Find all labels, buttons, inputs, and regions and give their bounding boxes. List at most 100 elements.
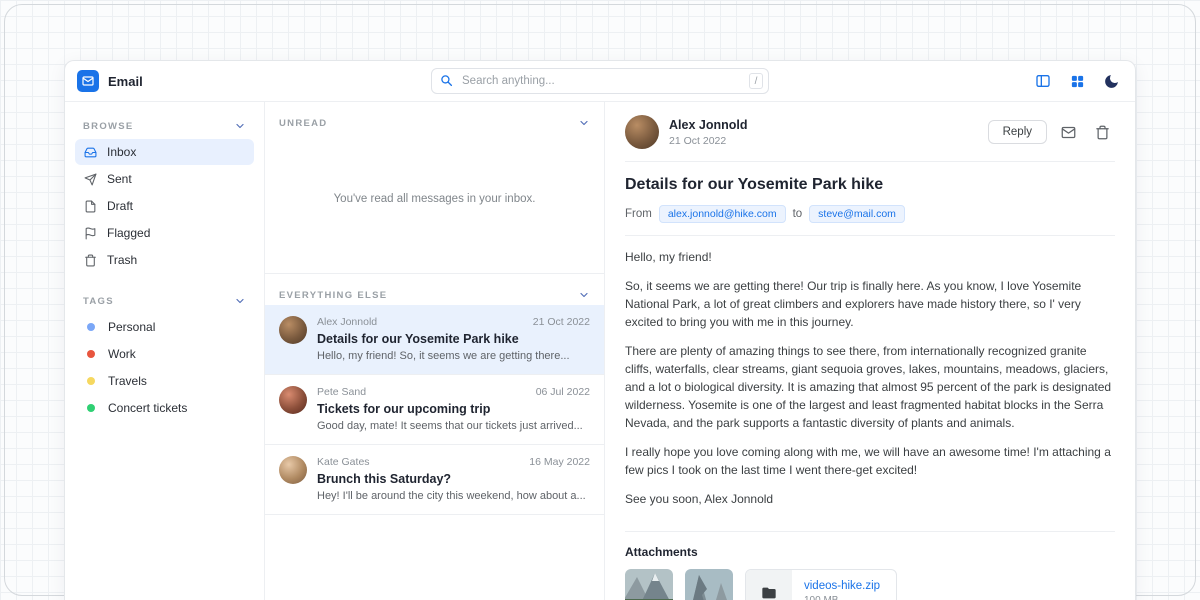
tag-item-work[interactable]: Work bbox=[75, 341, 254, 367]
email-app-window: Email / BROWS bbox=[64, 60, 1136, 600]
tag-item-personal[interactable]: Personal bbox=[75, 314, 254, 340]
email-signoff: See you soon, Alex Jonnold bbox=[625, 490, 1115, 508]
tag-dot-icon bbox=[87, 350, 95, 358]
sidebar-item-label: Draft bbox=[107, 199, 133, 213]
divider bbox=[625, 235, 1115, 236]
email-list-item-body: Pete Sand 06 Jul 2022 Tickets for our up… bbox=[317, 386, 590, 432]
email-body: Hello, my friend! So, it seems we are ge… bbox=[625, 248, 1115, 519]
email-subject: Tickets for our upcoming trip bbox=[317, 402, 590, 416]
sidebar-item-label: Sent bbox=[107, 172, 132, 186]
from-to-row: From alex.jonnold@hike.com to steve@mail… bbox=[625, 205, 1115, 223]
chevron-down-icon[interactable] bbox=[578, 289, 590, 301]
chevron-down-icon[interactable] bbox=[234, 295, 246, 307]
email-date: 16 May 2022 bbox=[529, 456, 590, 468]
avatar bbox=[279, 316, 307, 344]
attachments-row: videos-hike.zip 100 MB bbox=[625, 569, 1115, 600]
everything-else-label: EVERYTHING ELSE bbox=[279, 290, 387, 301]
email-paragraph: I really hope you love coming along with… bbox=[625, 443, 1115, 479]
from-label: From bbox=[625, 208, 652, 220]
tag-item-concert-tickets[interactable]: Concert tickets bbox=[75, 395, 254, 421]
sidebar-item-flagged[interactable]: Flagged bbox=[75, 220, 254, 246]
tag-item-travels[interactable]: Travels bbox=[75, 368, 254, 394]
photo-thumbnail-icon bbox=[625, 569, 673, 600]
unread-section-header: UNREAD bbox=[265, 102, 604, 133]
sender-name: Kate Gates bbox=[317, 456, 370, 468]
sidebar-item-label: Inbox bbox=[107, 145, 136, 159]
moon-icon bbox=[1103, 73, 1120, 90]
detail-sender-block: Alex Jonnold 21 Oct 2022 bbox=[669, 118, 747, 147]
attachment-photo-valley[interactable] bbox=[625, 569, 673, 600]
attachment-file-meta: videos-hike.zip 100 MB bbox=[792, 580, 896, 600]
app-title: Email bbox=[108, 74, 143, 89]
to-email-pill[interactable]: steve@mail.com bbox=[809, 205, 905, 223]
email-subject: Brunch this Saturday? bbox=[317, 472, 590, 486]
email-detail-panel: Alex Jonnold 21 Oct 2022 Reply Details f… bbox=[605, 102, 1135, 600]
email-logo-icon bbox=[77, 70, 99, 92]
sidebar-item-draft[interactable]: Draft bbox=[75, 193, 254, 219]
top-actions bbox=[933, 69, 1123, 93]
reply-button[interactable]: Reply bbox=[988, 120, 1047, 144]
sidebar-item-sent[interactable]: Sent bbox=[75, 166, 254, 192]
layout-toggle-button[interactable] bbox=[1031, 69, 1055, 93]
search-box: / bbox=[431, 68, 769, 94]
photo-thumbnail-icon bbox=[685, 569, 733, 600]
email-list-item-body: Alex Jonnold 21 Oct 2022 Details for our… bbox=[317, 316, 590, 362]
email-paragraph: So, it seems we are getting there! Our t… bbox=[625, 277, 1115, 331]
unread-empty-message: You've read all messages in your inbox. bbox=[265, 193, 604, 205]
mark-unread-button[interactable] bbox=[1055, 119, 1081, 145]
from-email-pill[interactable]: alex.jonnold@hike.com bbox=[659, 205, 786, 223]
attachments-label: Attachments bbox=[625, 545, 1115, 559]
flag-icon bbox=[84, 227, 97, 240]
attachment-file-card[interactable]: videos-hike.zip 100 MB bbox=[745, 569, 897, 600]
detail-subject: Details for our Yosemite Park hike bbox=[625, 176, 1115, 194]
everything-else-section-header: EVERYTHING ELSE bbox=[265, 274, 604, 305]
email-list-item[interactable]: Pete Sand 06 Jul 2022 Tickets for our up… bbox=[265, 375, 604, 445]
search-input[interactable] bbox=[431, 68, 769, 94]
tags-label: TAGS bbox=[83, 296, 114, 307]
tag-dot-icon bbox=[87, 404, 95, 412]
chevron-down-icon[interactable] bbox=[578, 117, 590, 129]
attachment-photo-cliff[interactable] bbox=[685, 569, 733, 600]
attachment-file-name[interactable]: videos-hike.zip bbox=[804, 580, 880, 592]
attachment-file-size: 100 MB bbox=[804, 595, 880, 600]
browse-section-header: BROWSE bbox=[75, 112, 254, 139]
sidebar-item-label: Trash bbox=[107, 253, 137, 267]
email-list-item[interactable]: Alex Jonnold 21 Oct 2022 Details for our… bbox=[265, 305, 604, 375]
delete-button[interactable] bbox=[1089, 119, 1115, 145]
tag-dot-icon bbox=[87, 323, 95, 331]
email-list-item[interactable]: Kate Gates 16 May 2022 Brunch this Satur… bbox=[265, 445, 604, 515]
unread-section: UNREAD You've read all messages in your … bbox=[265, 102, 604, 274]
divider bbox=[625, 161, 1115, 162]
trash-icon bbox=[84, 254, 97, 267]
detail-sender-name: Alex Jonnold bbox=[669, 118, 747, 132]
avatar bbox=[625, 115, 659, 149]
detail-header: Alex Jonnold 21 Oct 2022 Reply bbox=[625, 115, 1115, 149]
apps-grid-button[interactable] bbox=[1065, 69, 1089, 93]
email-preview: Hello, my friend! So, it seems we are ge… bbox=[317, 350, 590, 362]
divider bbox=[625, 531, 1115, 532]
tag-label: Work bbox=[108, 347, 136, 361]
tags-section: TAGS Personal Work Travels Concer bbox=[75, 287, 254, 421]
sidebar-item-trash[interactable]: Trash bbox=[75, 247, 254, 273]
tags-section-header: TAGS bbox=[75, 287, 254, 314]
sender-name: Pete Sand bbox=[317, 386, 366, 398]
email-preview: Good day, mate! It seems that our ticket… bbox=[317, 420, 590, 432]
tag-label: Personal bbox=[108, 320, 155, 334]
tag-label: Travels bbox=[108, 374, 147, 388]
to-label: to bbox=[793, 208, 803, 220]
sidebar-item-inbox[interactable]: Inbox bbox=[75, 139, 254, 165]
email-preview: Hey! I'll be around the city this weeken… bbox=[317, 490, 590, 502]
chevron-down-icon[interactable] bbox=[234, 120, 246, 132]
search-shortcut-badge: / bbox=[749, 73, 763, 89]
dark-mode-button[interactable] bbox=[1099, 69, 1123, 93]
email-paragraph: Hello, my friend! bbox=[625, 248, 1115, 266]
envelope-icon bbox=[1061, 125, 1076, 140]
sidebar-layout-icon bbox=[1035, 73, 1051, 89]
tag-dot-icon bbox=[87, 377, 95, 385]
detail-actions: Reply bbox=[988, 119, 1115, 145]
main-columns: BROWSE Inbox Sent Draft Flagged Tra bbox=[65, 102, 1135, 600]
detail-date: 21 Oct 2022 bbox=[669, 135, 747, 147]
message-list-column: UNREAD You've read all messages in your … bbox=[265, 102, 605, 600]
email-subject: Details for our Yosemite Park hike bbox=[317, 332, 590, 346]
email-date: 06 Jul 2022 bbox=[536, 386, 590, 398]
